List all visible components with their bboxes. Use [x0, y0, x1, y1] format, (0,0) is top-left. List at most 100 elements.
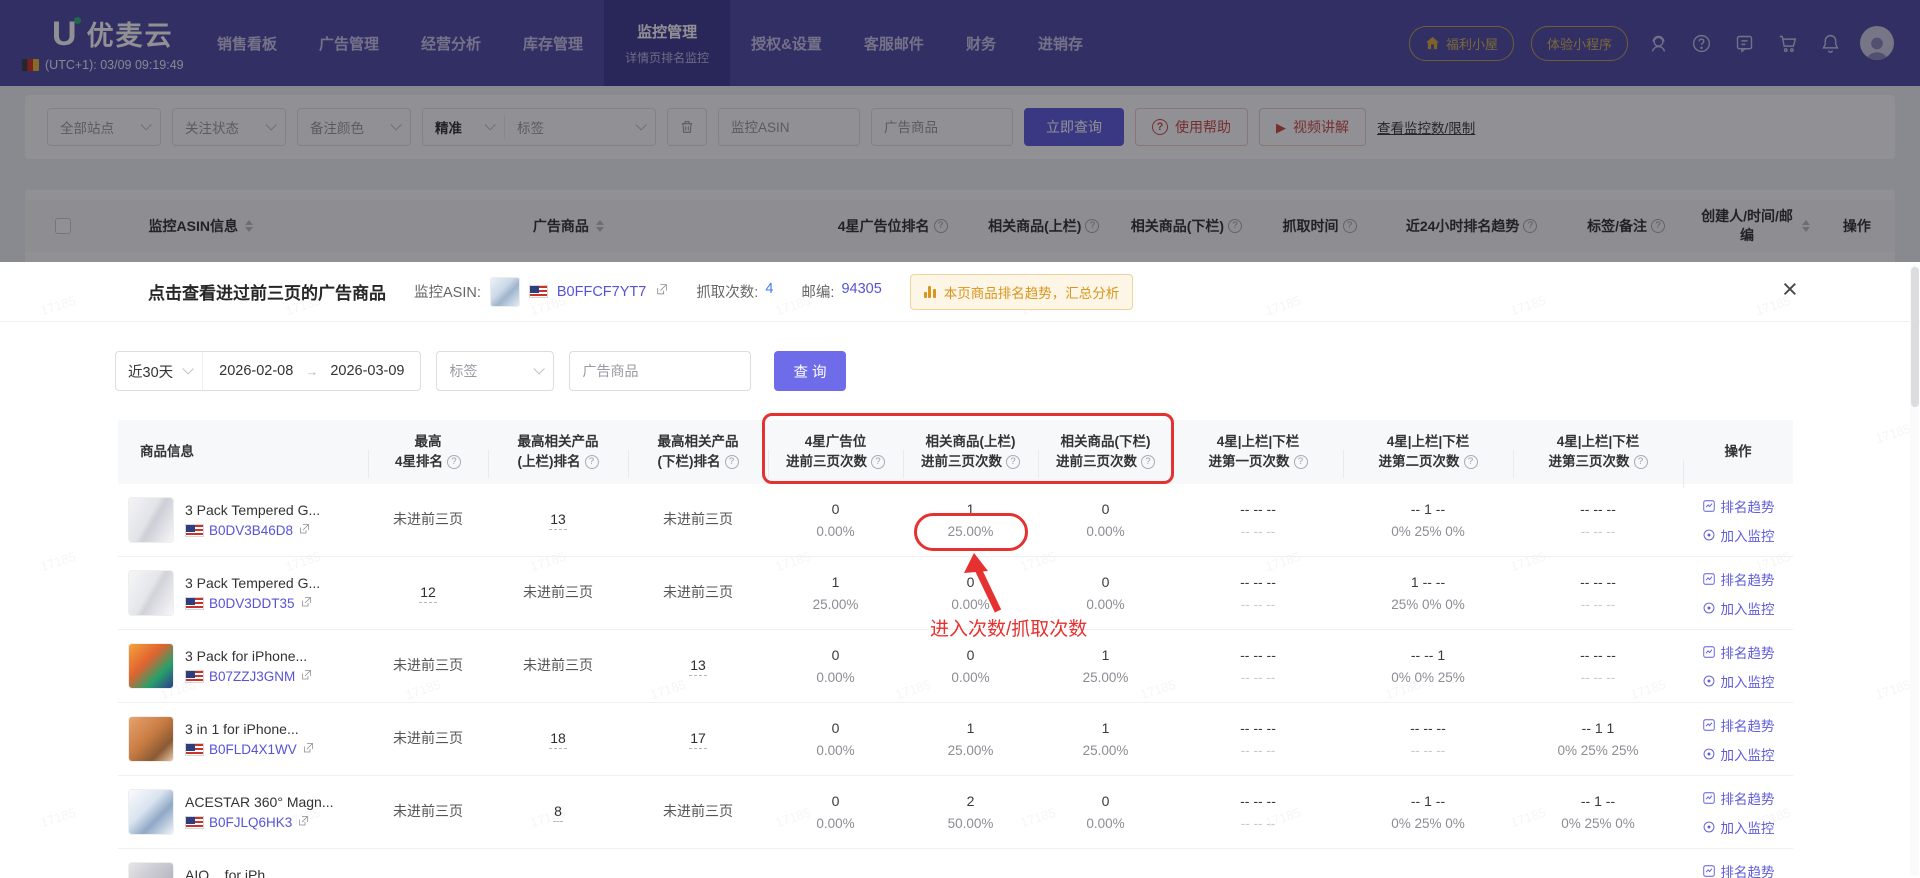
external-link-icon[interactable] — [300, 596, 312, 611]
help-icon[interactable] — [584, 455, 599, 469]
end-date[interactable]: 2026-03-09 — [330, 363, 404, 379]
product-asin-link[interactable]: B0DV3B46D8 — [209, 523, 293, 538]
add-monitor-link[interactable]: 加入监控 — [1702, 525, 1775, 545]
best-related-top-cell[interactable]: 未进前三页 — [488, 655, 628, 677]
external-link-icon[interactable] — [297, 815, 309, 830]
external-link-icon[interactable] — [655, 283, 668, 300]
add-monitor-link[interactable]: 加入监控 — [1702, 744, 1775, 764]
page3-count-cell: -- -- -- -- -- -- — [1580, 574, 1616, 612]
add-monitor-link[interactable]: 加入监控 — [1702, 598, 1775, 618]
page1-count-cell: -- -- -- -- -- -- — [1240, 720, 1276, 758]
modal-table: 商品信息 最高4星排名 最高相关产品(上栏)排名 最高相关产品(下栏)排名 4星… — [118, 420, 1793, 878]
rank-trend-link[interactable]: 排名趋势 — [1702, 569, 1775, 589]
row-actions-cell: 排名趋势 加入监控 — [1683, 788, 1793, 837]
product-image[interactable] — [128, 789, 174, 835]
product-image[interactable] — [128, 497, 174, 543]
date-range-picker: 近30天 2026-02-08 → 2026-03-09 — [115, 351, 422, 391]
help-icon[interactable] — [447, 455, 461, 469]
table-row: AIO... for iPh... 排名趋势 — [118, 849, 1793, 878]
asin-link[interactable]: B0FFCF7YT7 — [557, 284, 646, 300]
external-link-icon[interactable] — [300, 669, 312, 684]
product-asin-link[interactable]: B0FLD4X1WV — [209, 742, 297, 757]
product-title[interactable]: 3 Pack for iPhone... — [185, 648, 312, 664]
best-related-top-cell[interactable]: 13 — [488, 511, 628, 530]
add-monitor-link[interactable]: 加入监控 — [1702, 817, 1775, 837]
help-icon[interactable] — [1006, 455, 1020, 469]
best-related-top-cell[interactable]: 未进前三页 — [488, 582, 628, 604]
help-icon[interactable] — [724, 455, 739, 469]
product-info-cell: 3 Pack Tempered G... B0DV3DDT35 — [118, 570, 368, 616]
rank-trend-link[interactable]: 排名趋势 — [1702, 642, 1775, 662]
help-icon[interactable] — [1141, 455, 1155, 469]
best-4star-cell[interactable]: 未进前三页 — [368, 655, 488, 677]
row-actions-cell: 排名趋势 加入监控 — [1683, 569, 1793, 618]
page1-count-cell: -- -- -- -- -- -- — [1240, 647, 1276, 685]
product-image[interactable] — [128, 862, 174, 878]
help-icon[interactable] — [871, 455, 885, 469]
best-related-top-cell[interactable]: 18 — [488, 730, 628, 749]
best-related-bottom-cell[interactable]: 未进前三页 — [628, 582, 768, 604]
page2-count-cell: 1 -- -- 25% 0% 0% — [1391, 574, 1465, 612]
product-image[interactable] — [128, 570, 174, 616]
page: U 优麦云 (UTC+1): 03/09 09:19:49 销售看板 广告管理 … — [0, 0, 1920, 878]
rank-trend-link[interactable]: 排名趋势 — [1702, 715, 1775, 735]
modal-title: 点击查看进过前三页的广告商品 — [148, 284, 386, 303]
rank-trend-link[interactable]: 排名趋势 — [1702, 861, 1775, 878]
product-title[interactable]: 3 in 1 for iPhone... — [185, 721, 314, 737]
best-related-bottom-cell[interactable]: 13 — [628, 657, 768, 676]
count-related-top-cell: 0 0.00% — [951, 574, 990, 612]
page1-count-cell: -- -- -- -- -- -- — [1240, 574, 1276, 612]
add-monitor-link[interactable]: 加入监控 — [1702, 671, 1775, 691]
product-title[interactable]: 3 Pack Tempered G... — [185, 502, 320, 518]
target-icon — [1703, 821, 1714, 832]
product-asin-link[interactable]: B0DV3DDT35 — [209, 596, 295, 611]
table-row: 3 in 1 for iPhone... B0FLD4X1WV 未进前三页 18… — [118, 703, 1793, 776]
product-title[interactable]: ACESTAR 360° Magn... — [185, 794, 334, 810]
best-related-bottom-cell[interactable]: 17 — [628, 730, 768, 749]
modal-scrollbar[interactable] — [1910, 264, 1919, 876]
product-title[interactable]: 3 Pack Tempered G... — [185, 575, 320, 591]
page-trend-summary-button[interactable]: 本页商品排名趋势，汇总分析 — [909, 273, 1134, 310]
count-4star-cell: 0 0.00% — [816, 647, 855, 685]
external-link-icon[interactable] — [302, 742, 314, 757]
zip-code-stat: 邮编: 94305 — [801, 281, 882, 301]
product-image[interactable] — [128, 643, 174, 689]
product-info-cell: 3 Pack Tempered G... B0DV3B46D8 — [118, 497, 368, 543]
help-icon[interactable] — [1633, 455, 1648, 469]
product-info-cell: AIO... for iPh... — [118, 862, 368, 878]
product-asin-link[interactable]: B0FJLQ6HK3 — [209, 815, 292, 830]
col-related-bottom-top3-count: 相关商品(下栏) 进前三页次数 — [1038, 432, 1173, 478]
rank-trend-link[interactable]: 排名趋势 — [1702, 496, 1775, 516]
help-icon[interactable] — [1293, 455, 1308, 469]
crawl-count-value: 4 — [765, 281, 774, 297]
product-asin-link[interactable]: B07ZZJ3GNM — [209, 669, 295, 684]
best-related-bottom-cell[interactable]: 未进前三页 — [628, 509, 768, 531]
best-4star-cell[interactable]: 12 — [368, 584, 488, 603]
rank-trend-link[interactable]: 排名趋势 — [1702, 788, 1775, 808]
range-preset-select[interactable]: 近30天 — [116, 352, 204, 390]
modal-tag-select[interactable]: 标签 — [436, 351, 555, 391]
scrollbar-thumb[interactable] — [1910, 267, 1919, 407]
close-icon[interactable]: × — [1782, 276, 1798, 303]
start-date[interactable]: 2026-02-08 — [219, 363, 293, 379]
product-image[interactable] — [128, 716, 174, 762]
modal-query-button[interactable]: 查 询 — [774, 351, 846, 391]
us-flag-icon — [185, 743, 204, 756]
modal-header: 点击查看进过前三页的广告商品 监控ASIN: B0FFCF7YT7 抓取次数: … — [0, 262, 1920, 322]
external-link-icon[interactable] — [298, 523, 310, 538]
asin-product-image — [489, 276, 520, 307]
page3-count-cell: -- -- -- -- -- -- — [1580, 647, 1616, 685]
target-icon — [1703, 675, 1714, 686]
modal-ad-product-input[interactable] — [569, 351, 752, 391]
us-flag-icon — [185, 816, 204, 829]
page2-count-cell: -- 1 -- 0% 25% 0% — [1391, 501, 1465, 539]
target-icon — [1703, 529, 1714, 540]
best-related-bottom-cell[interactable]: 未进前三页 — [628, 801, 768, 823]
best-related-top-cell[interactable]: 8 — [488, 803, 628, 822]
best-4star-cell[interactable]: 未进前三页 — [368, 509, 488, 531]
best-4star-cell[interactable]: 未进前三页 — [368, 801, 488, 823]
row-actions-cell: 排名趋势 加入监控 — [1683, 642, 1793, 691]
help-icon[interactable] — [1463, 455, 1478, 469]
product-title[interactable]: AIO... for iPh... — [185, 867, 277, 878]
best-4star-cell[interactable]: 未进前三页 — [368, 728, 488, 750]
